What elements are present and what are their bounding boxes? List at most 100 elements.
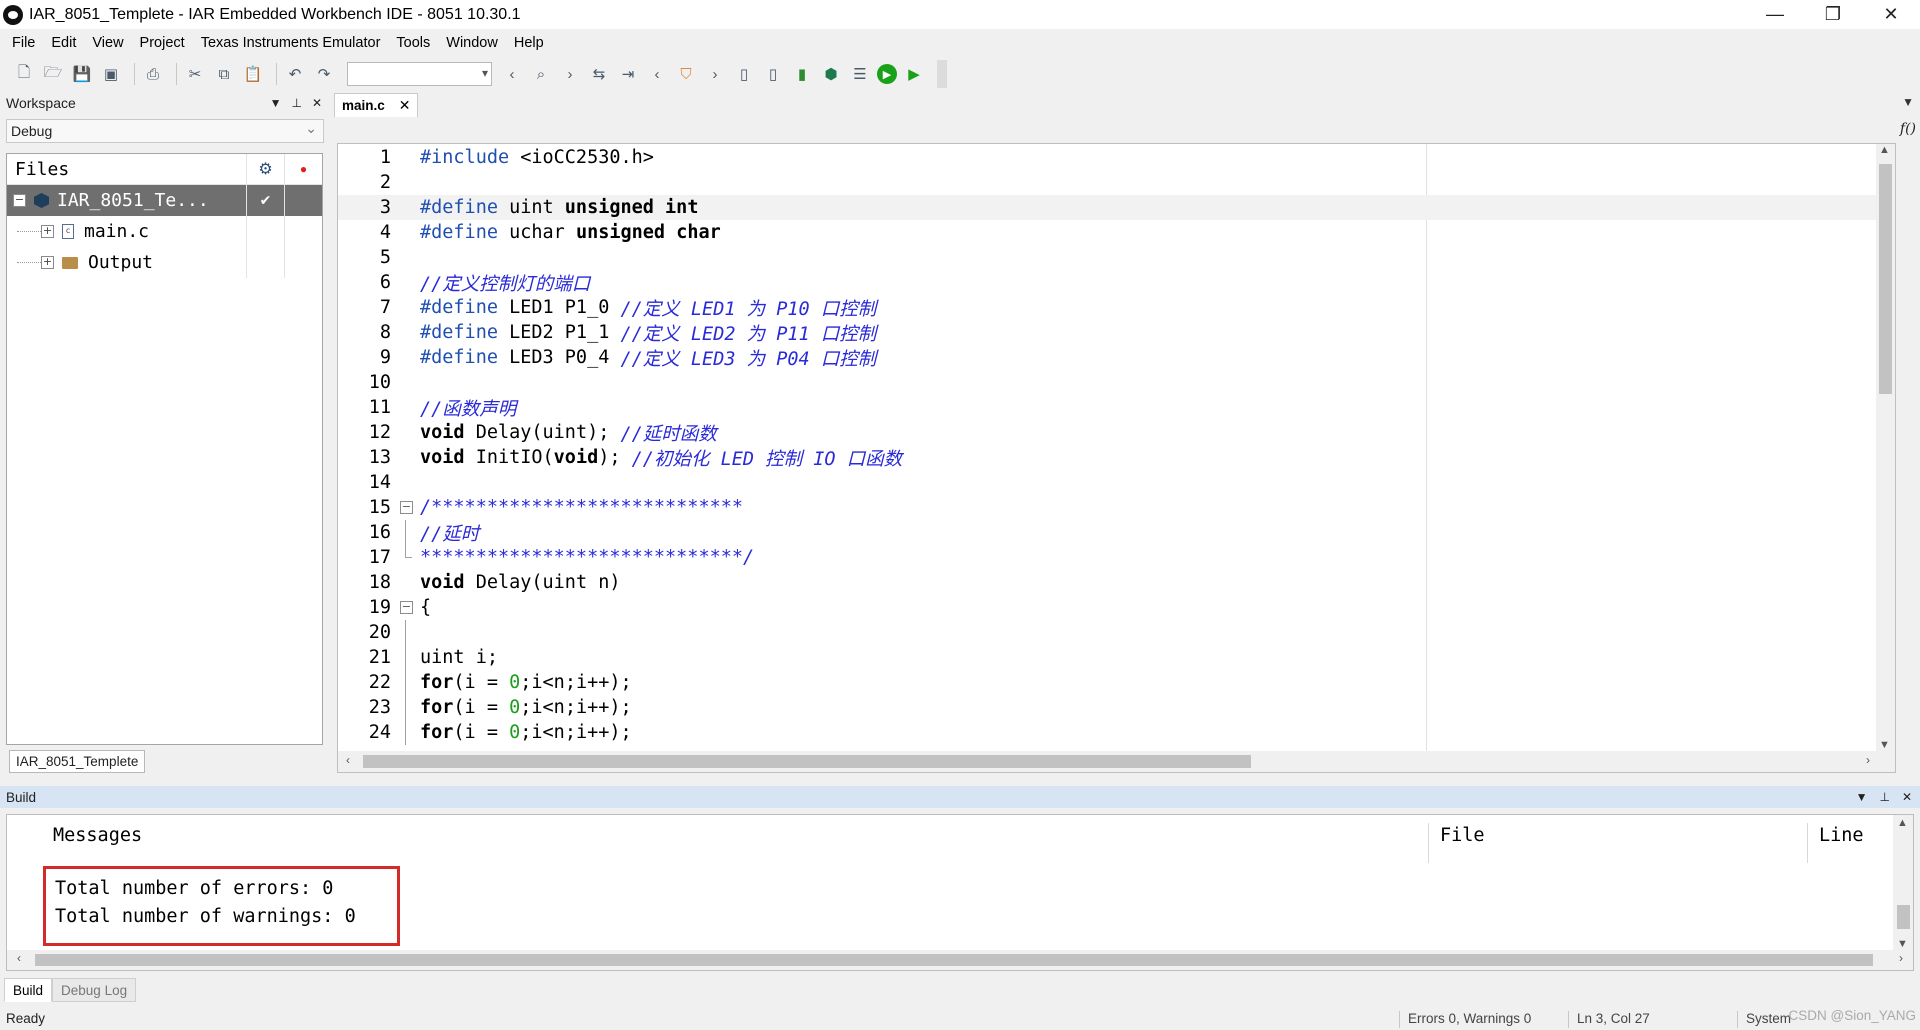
menu-project[interactable]: Project bbox=[132, 30, 193, 56]
restore-button[interactable]: ❐ bbox=[1804, 0, 1862, 29]
breakpoints-list-icon[interactable]: ☰ bbox=[848, 62, 872, 86]
navigate-forward-icon[interactable]: › bbox=[558, 62, 582, 86]
pin-icon[interactable]: ⊥ bbox=[291, 96, 301, 110]
code-line[interactable]: 8 #define LED2 P1_1 //定义 LED2 为 P11 口控制 bbox=[338, 320, 1895, 345]
code-line[interactable]: 6 //定义控制灯的端口 bbox=[338, 270, 1895, 295]
navigate-back-icon[interactable]: ‹ bbox=[500, 62, 524, 86]
menu-file[interactable]: File bbox=[4, 30, 43, 56]
code-line[interactable]: 10 bbox=[338, 370, 1895, 395]
expand-icon[interactable]: + bbox=[41, 256, 54, 269]
chevron-down-icon[interactable]: ▼ bbox=[1856, 790, 1868, 804]
find-icon[interactable]: ⌕ bbox=[529, 62, 553, 86]
menu-window[interactable]: Window bbox=[438, 30, 506, 56]
tab-build[interactable]: Build bbox=[4, 978, 53, 1002]
cut-icon[interactable]: ✂ bbox=[183, 62, 207, 86]
new-file-icon[interactable]: 🗋 bbox=[12, 62, 36, 86]
tree-item-project[interactable]: − IAR_8051_Te... ✔ bbox=[7, 185, 322, 216]
scroll-left-icon[interactable]: ‹ bbox=[17, 951, 21, 965]
menu-edit[interactable]: Edit bbox=[43, 30, 84, 56]
close-tab-icon[interactable]: ✕ bbox=[399, 97, 411, 114]
goto-icon[interactable]: ⇥ bbox=[616, 62, 640, 86]
menu-ti-emulator[interactable]: Texas Instruments Emulator bbox=[193, 30, 389, 56]
function-navigator-button[interactable]: f() bbox=[1900, 121, 1916, 137]
code-line[interactable]: 1 #include <ioCC2530.h> bbox=[338, 145, 1895, 170]
code-line[interactable]: 22 for (i = 0 ;i<n;i++); bbox=[338, 670, 1895, 695]
close-icon[interactable]: ✕ bbox=[312, 96, 322, 110]
fold-toggle-icon[interactable] bbox=[399, 595, 413, 620]
code-line[interactable]: 3 #define uint unsigned int bbox=[338, 195, 1895, 220]
vertical-scrollbar[interactable]: ▲ ▼ bbox=[1876, 144, 1895, 751]
messages-column-header[interactable]: Messages bbox=[53, 825, 142, 846]
toggle-breakpoint-icon[interactable]: ⬢ bbox=[819, 62, 843, 86]
collapse-icon[interactable]: − bbox=[13, 194, 26, 207]
menu-view[interactable]: View bbox=[84, 30, 131, 56]
workspace-tab[interactable]: IAR_8051_Templete bbox=[9, 750, 146, 773]
find-combo[interactable] bbox=[347, 62, 492, 86]
code-line[interactable]: 16 //延时 bbox=[338, 520, 1895, 545]
tree-item-output[interactable]: + Output bbox=[7, 247, 322, 278]
scroll-down-icon[interactable]: ▼ bbox=[1879, 739, 1890, 751]
fold-toggle-icon[interactable] bbox=[399, 495, 413, 520]
scroll-up-icon[interactable]: ▲ bbox=[1897, 817, 1908, 829]
scroll-up-icon[interactable]: ▲ bbox=[1879, 144, 1890, 156]
build-message-errors[interactable]: Total number of errors: 0 bbox=[55, 878, 333, 899]
make-icon[interactable]: ▯ bbox=[761, 62, 785, 86]
print-icon[interactable]: ⎙ bbox=[141, 62, 165, 86]
scroll-down-icon[interactable]: ▼ bbox=[1897, 938, 1908, 950]
scroll-thumb[interactable] bbox=[1879, 164, 1892, 394]
build-message-warnings[interactable]: Total number of warnings: 0 bbox=[55, 906, 356, 927]
code-line[interactable]: 14 bbox=[338, 470, 1895, 495]
download-and-debug-icon[interactable]: ▶ bbox=[877, 64, 897, 84]
close-icon[interactable]: ✕ bbox=[1902, 790, 1912, 804]
copy-icon[interactable]: ⧉ bbox=[212, 62, 236, 86]
chevron-down-icon[interactable]: ▼ bbox=[1902, 95, 1914, 109]
scroll-thumb[interactable] bbox=[1897, 905, 1910, 929]
code-line[interactable]: 23 for (i = 0 ;i<n;i++); bbox=[338, 695, 1895, 720]
tab-main-c[interactable]: main.c ✕ bbox=[334, 93, 418, 117]
scroll-thumb[interactable] bbox=[363, 755, 1251, 768]
next-bookmark-icon[interactable]: › bbox=[703, 62, 727, 86]
code-editor[interactable]: 1 #include <ioCC2530.h> 2 3 #define uint uns… bbox=[337, 143, 1896, 773]
expand-icon[interactable]: + bbox=[41, 225, 54, 238]
code-line[interactable]: 24 for (i = 0 ;i<n;i++); bbox=[338, 720, 1895, 745]
horizontal-scrollbar[interactable]: ‹ › bbox=[338, 751, 1895, 772]
code-line[interactable]: 21 uint i; bbox=[338, 645, 1895, 670]
chevron-down-icon[interactable]: ▼ bbox=[270, 96, 282, 110]
code-line[interactable]: 17 *****************************/ bbox=[338, 545, 1895, 570]
column-divider[interactable] bbox=[1428, 823, 1429, 863]
code-line[interactable]: 5 bbox=[338, 245, 1895, 270]
bookmark-icon[interactable]: ⛉ bbox=[674, 62, 698, 86]
stop-build-icon[interactable]: ▮ bbox=[790, 62, 814, 86]
code-line[interactable]: 9 #define LED3 P0_4 //定义 LED3 为 P04 口控制 bbox=[338, 345, 1895, 370]
save-all-icon[interactable]: ▣ bbox=[99, 62, 123, 86]
tab-debug-log[interactable]: Debug Log bbox=[52, 978, 137, 1002]
code-line[interactable]: 2 bbox=[338, 170, 1895, 195]
redo-icon[interactable]: ↷ bbox=[312, 62, 336, 86]
menu-help[interactable]: Help bbox=[506, 30, 552, 56]
code-line[interactable]: 12 void Delay(uint); //延时函数 bbox=[338, 420, 1895, 445]
replace-icon[interactable]: ⇆ bbox=[587, 62, 611, 86]
undo-icon[interactable]: ↶ bbox=[283, 62, 307, 86]
scroll-right-icon[interactable]: › bbox=[1899, 951, 1903, 965]
line-column-header[interactable]: Line bbox=[1819, 825, 1864, 846]
horizontal-scrollbar[interactable]: ‹ › bbox=[7, 950, 1913, 970]
scroll-thumb[interactable] bbox=[35, 954, 1873, 966]
file-column-header[interactable]: File bbox=[1440, 825, 1485, 846]
code-line[interactable]: 7 #define LED1 P1_0 //定义 LED1 为 P10 口控制 bbox=[338, 295, 1895, 320]
column-divider[interactable] bbox=[1807, 823, 1808, 863]
code-line[interactable]: 11 //函数声明 bbox=[338, 395, 1895, 420]
toolbar-grip[interactable] bbox=[937, 60, 947, 88]
red-dot-icon[interactable]: ● bbox=[284, 153, 322, 185]
pin-icon[interactable]: ⊥ bbox=[1879, 790, 1889, 804]
code-line[interactable]: 13 void InitIO(void); //初始化 LED 控制 IO 口函数 bbox=[338, 445, 1895, 470]
prev-bookmark-icon[interactable]: ‹ bbox=[645, 62, 669, 86]
tree-item-main-c[interactable]: + c main.c bbox=[7, 216, 322, 247]
vertical-scrollbar[interactable]: ▲ ▼ bbox=[1893, 815, 1913, 950]
open-file-icon[interactable]: 🗁 bbox=[41, 62, 65, 86]
code-line[interactable]: 15 /**************************** bbox=[338, 495, 1895, 520]
code-line[interactable]: 4 #define uchar unsigned char bbox=[338, 220, 1895, 245]
close-button[interactable]: ✕ bbox=[1862, 0, 1920, 29]
paste-icon[interactable]: 📋 bbox=[241, 62, 265, 86]
configuration-select[interactable]: Debug bbox=[6, 117, 324, 143]
menu-tools[interactable]: Tools bbox=[388, 30, 438, 56]
